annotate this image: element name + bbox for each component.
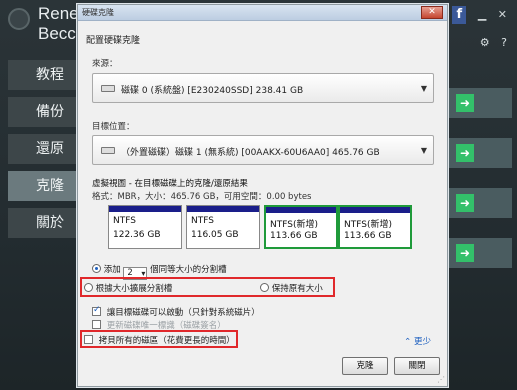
copy-all-sectors-label: 拷貝所有的磁區（花費更長的時間） — [98, 336, 235, 346]
app-logo-icon — [8, 8, 30, 30]
window-controls: f ▁ ✕ — [444, 6, 507, 24]
action-tile[interactable]: ➜ — [446, 138, 512, 168]
action-tile[interactable]: ➜ — [446, 88, 512, 118]
partition-bar — [266, 207, 336, 213]
partition-bar — [109, 206, 181, 212]
less-options-link[interactable]: ⌃ 更少 — [404, 335, 431, 347]
minimize-icon[interactable]: ▁ — [478, 8, 486, 21]
partition-size: 122.36 GB — [113, 230, 161, 240]
partition-fs: NTFS(新增) — [344, 220, 392, 230]
arrow-right-icon: ➜ — [456, 244, 474, 262]
gear-icon[interactable]: ⚙ — [480, 36, 490, 49]
source-disk-select[interactable]: 磁碟 0 (系統盤) [E230240SSD] 238.41 GB ▼ — [92, 73, 434, 103]
resize-label: 根據大小擴展分割槽 — [95, 284, 173, 294]
arrow-right-icon: ➜ — [456, 94, 474, 112]
arrow-right-icon: ➜ — [456, 144, 474, 162]
partition-preview: NTFS 122.36 GB NTFS 116.05 GB NTFS(新增) 1… — [108, 205, 413, 251]
copy-all-sectors-checkbox[interactable] — [84, 335, 93, 344]
partition-size: 113.66 GB — [270, 231, 318, 241]
partition-bar — [340, 207, 410, 213]
sidebar-item-about[interactable]: 關於 — [8, 208, 80, 238]
chevron-down-icon: ▼ — [420, 84, 427, 93]
keep-size-radio[interactable] — [260, 283, 269, 292]
target-disk-select[interactable]: （外置磁碟）磁碟 1 (無系統) [00AAKX-60U6AA0] 465.76… — [92, 135, 434, 165]
partition-size: 116.05 GB — [191, 230, 239, 240]
add-partitions-radio[interactable] — [92, 264, 101, 273]
help-icon[interactable]: ? — [501, 36, 507, 49]
arrow-right-icon: ➜ — [456, 194, 474, 212]
add-suffix-label: 個同等大小的分割槽 — [150, 265, 227, 275]
less-options-label: 更少 — [413, 337, 431, 347]
chevron-up-icon: ⌃ — [404, 337, 412, 347]
sidebar-item-backup[interactable]: 備份 — [8, 97, 80, 127]
resize-grip-icon[interactable]: ⋰ — [437, 375, 445, 384]
dialog-title: 硬碟克隆 — [82, 8, 114, 17]
clone-dialog: 硬碟克隆 ✕ 配置硬碟克隆 來源： 磁碟 0 (系統盤) [E230240SSD… — [77, 4, 448, 387]
keep-size-option[interactable]: 保持原有大小 — [260, 282, 323, 294]
clone-button[interactable]: 克隆 — [342, 357, 388, 375]
preview-title: 虛擬視圖 - 在目標磁碟上的克隆/還原結果 — [92, 179, 248, 189]
right-action-column: ➜ ➜ ➜ ➜ — [446, 88, 512, 288]
action-tile[interactable]: ➜ — [446, 238, 512, 268]
settings-row: ⚙ ? — [472, 36, 507, 49]
chevron-down-icon: ▼ — [420, 146, 427, 155]
partition-block-new[interactable]: NTFS(新增) 113.66 GB — [264, 205, 338, 249]
close-icon[interactable]: ✕ — [498, 8, 507, 21]
partition-block[interactable]: NTFS 116.05 GB — [186, 205, 260, 249]
dialog-close-icon[interactable]: ✕ — [421, 6, 443, 19]
partition-fs: NTFS(新增) — [270, 220, 318, 230]
dialog-titlebar: 硬碟克隆 ✕ — [78, 5, 447, 21]
source-disk-value: 磁碟 0 (系統盤) [E230240SSD] 238.41 GB — [121, 86, 304, 96]
sidebar-item-restore[interactable]: 還原 — [8, 134, 80, 164]
resize-radio[interactable] — [84, 283, 93, 292]
partition-size: 113.66 GB — [344, 231, 392, 241]
sidebar-item-tutorial[interactable]: 教程 — [8, 60, 80, 90]
unique-signature-checkbox — [92, 320, 101, 329]
preview-info: 格式：MBR，大小：465.76 GB，可用空間：0.00 bytes — [92, 192, 312, 202]
facebook-icon[interactable]: f — [452, 6, 467, 24]
keep-size-label: 保持原有大小 — [271, 284, 323, 294]
source-label: 來源： — [92, 59, 118, 69]
partition-block[interactable]: NTFS 122.36 GB — [108, 205, 182, 249]
disk-icon — [101, 147, 115, 154]
bootable-label: 讓目標磁碟可以啟動（只針對系統磁片） — [106, 308, 260, 318]
target-label: 目標位置： — [92, 122, 135, 132]
copy-all-sectors-option[interactable]: 拷貝所有的磁區（花費更長的時間） — [84, 334, 235, 346]
partition-fs: NTFS — [113, 216, 136, 226]
close-button[interactable]: 關閉 — [394, 357, 440, 375]
action-tile[interactable]: ➜ — [446, 188, 512, 218]
dialog-heading: 配置硬碟克隆 — [86, 36, 141, 46]
resize-option[interactable]: 根據大小擴展分割槽 — [84, 282, 172, 294]
bootable-option[interactable]: 讓目標磁碟可以啟動（只針對系統磁片） — [92, 305, 260, 318]
sidebar-item-clone[interactable]: 克隆 — [8, 171, 80, 201]
bootable-checkbox[interactable] — [92, 305, 101, 316]
partition-block-new[interactable]: NTFS(新增) 113.66 GB — [338, 205, 412, 249]
add-prefix-label: 添加 — [103, 265, 121, 275]
partition-fs: NTFS — [191, 216, 214, 226]
target-disk-value: （外置磁碟）磁碟 1 (無系統) [00AAKX-60U6AA0] 465.76… — [121, 148, 380, 158]
sidebar: 教程 備份 還原 克隆 關於 — [8, 60, 80, 245]
disk-icon — [101, 85, 115, 92]
partition-bar — [187, 206, 259, 212]
